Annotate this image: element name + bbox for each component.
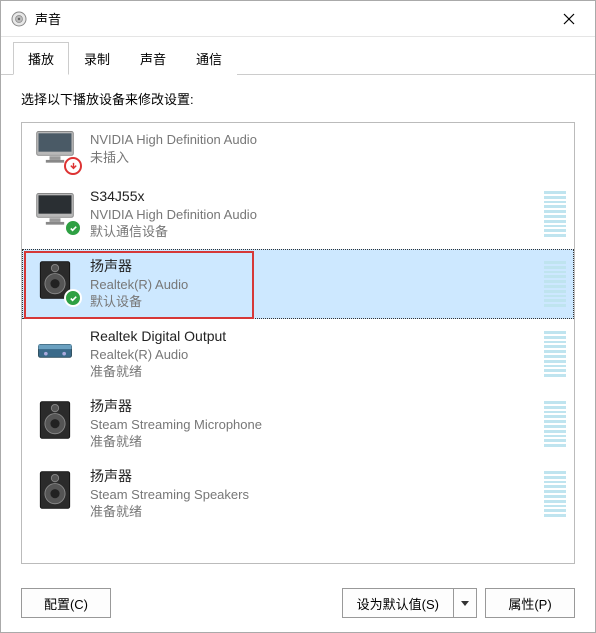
device-name: 扬声器 [90, 397, 538, 416]
level-meter [544, 399, 566, 449]
default-badge-icon [64, 289, 82, 307]
close-icon [563, 13, 575, 25]
device-status: 准备就绪 [90, 363, 538, 381]
device-subtitle: Steam Streaming Speakers [90, 486, 538, 504]
device-item[interactable]: NVIDIA High Definition Audio 未插入 [22, 123, 574, 179]
unplugged-badge-icon [64, 157, 82, 175]
speaker-icon [33, 468, 77, 512]
tab-playback[interactable]: 播放 [13, 42, 69, 75]
device-subtitle: Realtek(R) Audio [90, 276, 538, 294]
device-text: NVIDIA High Definition Audio 未插入 [90, 129, 566, 166]
device-icon [30, 325, 80, 375]
device-list[interactable]: NVIDIA High Definition Audio 未插入 [21, 122, 575, 564]
device-item[interactable]: 扬声器 Realtek(R) Audio 默认设备 [22, 249, 574, 319]
device-icon [30, 255, 80, 305]
close-button[interactable] [547, 3, 591, 35]
device-status: 默认通信设备 [90, 223, 538, 241]
digital-out-icon [33, 328, 77, 372]
device-status: 默认设备 [90, 293, 538, 311]
spacer [119, 588, 334, 618]
sound-dialog: 声音 播放 录制 声音 通信 选择以下播放设备来修改设置: [0, 0, 596, 633]
instruction-text: 选择以下播放设备来修改设置: [21, 89, 575, 108]
level-meter [544, 469, 566, 519]
set-default-button[interactable]: 设为默认值(S) [342, 588, 453, 618]
app-icon [11, 11, 27, 27]
device-subtitle: Realtek(R) Audio [90, 346, 538, 364]
titlebar: 声音 [1, 1, 595, 37]
device-text: Realtek Digital Output Realtek(R) Audio … [90, 325, 538, 381]
level-meter [544, 259, 566, 309]
device-item[interactable]: Realtek Digital Output Realtek(R) Audio … [22, 319, 574, 389]
level-meter [544, 329, 566, 379]
device-name: Realtek Digital Output [90, 327, 538, 346]
device-status: 准备就绪 [90, 433, 538, 451]
tab-sounds[interactable]: 声音 [125, 42, 181, 75]
device-subtitle: NVIDIA High Definition Audio [90, 131, 566, 149]
device-icon [30, 185, 80, 235]
device-text: 扬声器 Realtek(R) Audio 默认设备 [90, 255, 538, 311]
set-default-dropdown[interactable] [453, 588, 477, 618]
device-name: 扬声器 [90, 467, 538, 486]
device-subtitle: NVIDIA High Definition Audio [90, 206, 538, 224]
chevron-down-icon [461, 601, 469, 606]
device-name: S34J55x [90, 187, 538, 206]
device-text: S34J55x NVIDIA High Definition Audio 默认通… [90, 185, 538, 241]
level-meter [544, 189, 566, 239]
set-default-split-button: 设为默认值(S) [342, 588, 477, 618]
properties-button[interactable]: 属性(P) [485, 588, 575, 618]
device-status: 准备就绪 [90, 503, 538, 521]
device-status: 未插入 [90, 149, 566, 167]
device-subtitle: Steam Streaming Microphone [90, 416, 538, 434]
device-item[interactable]: 扬声器 Steam Streaming Speakers 准备就绪 [22, 459, 574, 529]
speaker-icon [33, 398, 77, 442]
tab-recording[interactable]: 录制 [69, 42, 125, 75]
button-row: 配置(C) 设为默认值(S) 属性(P) [1, 574, 595, 632]
device-item[interactable]: S34J55x NVIDIA High Definition Audio 默认通… [22, 179, 574, 249]
device-text: 扬声器 Steam Streaming Microphone 准备就绪 [90, 395, 538, 451]
device-icon [30, 465, 80, 515]
window-title: 声音 [35, 9, 547, 28]
device-icon [30, 395, 80, 445]
device-item[interactable]: 扬声器 Steam Streaming Microphone 准备就绪 [22, 389, 574, 459]
configure-button[interactable]: 配置(C) [21, 588, 111, 618]
device-text: 扬声器 Steam Streaming Speakers 准备就绪 [90, 465, 538, 521]
default-badge-icon [64, 219, 82, 237]
tab-bar: 播放 录制 声音 通信 [1, 37, 595, 75]
device-name: 扬声器 [90, 257, 538, 276]
tab-communications[interactable]: 通信 [181, 42, 237, 75]
tab-content: 选择以下播放设备来修改设置: NVIDIA High Defini [1, 75, 595, 574]
device-icon [30, 123, 80, 173]
